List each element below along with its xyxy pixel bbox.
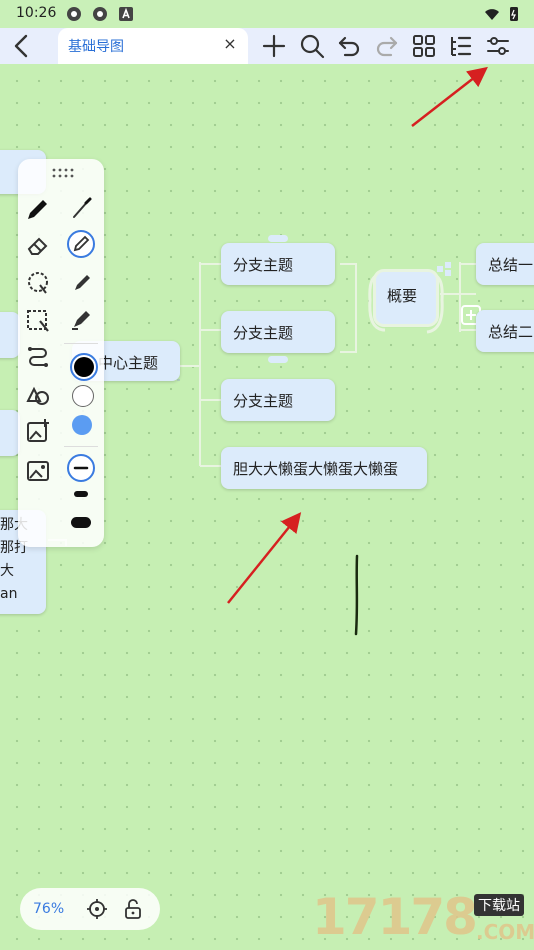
stroke-thin-icon[interactable]: [66, 453, 96, 483]
divider: [64, 343, 98, 344]
pen-icon[interactable]: [24, 195, 52, 223]
stroke-thick-icon[interactable]: [71, 517, 91, 528]
insert-image-icon[interactable]: [24, 417, 52, 445]
watermark-logo: 17178 下载站 .COM: [308, 888, 534, 950]
color-swatch-blue[interactable]: [72, 415, 92, 435]
divider: [64, 446, 98, 447]
marker-icon[interactable]: [68, 269, 96, 297]
shapes-icon[interactable]: [24, 381, 52, 409]
drawing-toolbar: [18, 159, 104, 547]
color-swatch-white[interactable]: [72, 385, 94, 407]
image-icon[interactable]: [24, 457, 52, 485]
connector-icon[interactable]: [24, 343, 52, 371]
unlock-icon[interactable]: [122, 898, 144, 920]
watermark-sub: 下载站: [474, 894, 524, 916]
zoom-bar: 76%: [20, 888, 160, 930]
locate-center-icon[interactable]: [86, 898, 108, 920]
arrow-to-settings: [411, 66, 488, 127]
select-icon[interactable]: [24, 307, 52, 335]
lasso-icon[interactable]: [24, 269, 52, 297]
arrow-to-branch: [227, 512, 302, 604]
eraser-icon[interactable]: [24, 231, 52, 259]
watermark-number: 17178: [312, 888, 478, 946]
highlighter-icon[interactable]: [68, 305, 96, 333]
drag-handle-icon[interactable]: [50, 167, 74, 179]
pencil-icon[interactable]: [66, 229, 96, 259]
zoom-level[interactable]: 76%: [33, 901, 64, 917]
stroke-medium-icon[interactable]: [74, 491, 88, 497]
brush-thin-icon[interactable]: [68, 195, 96, 223]
color-swatch-black[interactable]: [74, 357, 94, 377]
watermark-domain: .COM: [476, 920, 534, 944]
